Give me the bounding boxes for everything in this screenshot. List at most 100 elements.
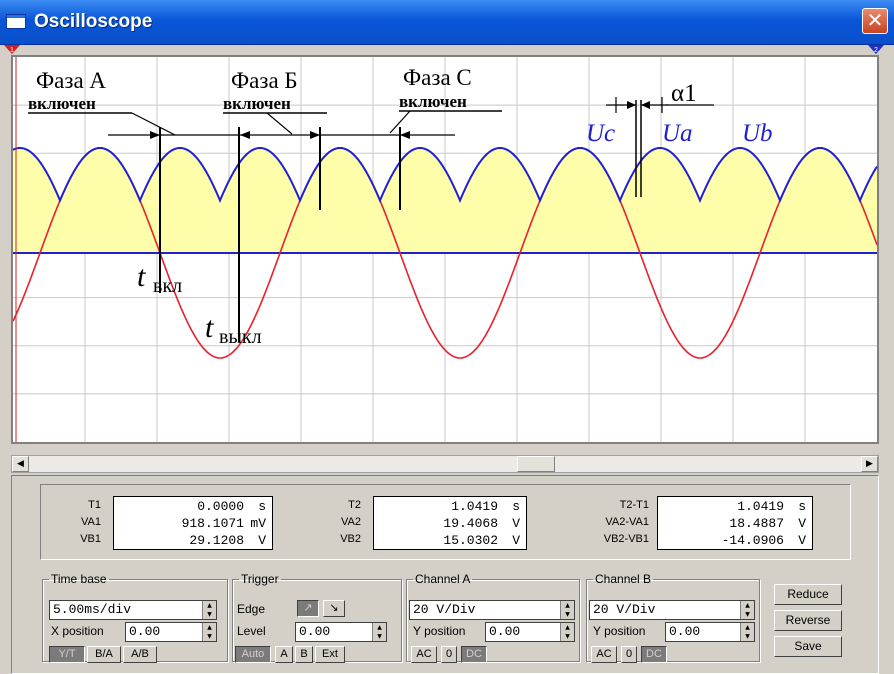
xpos-spin-icon[interactable]: ▲ ▼ bbox=[202, 623, 216, 641]
channel-a-scale-value: 20 V/Div bbox=[413, 602, 476, 617]
vb2-value: 15.0302 bbox=[443, 533, 498, 548]
t2-values: 1.0419 s 19.4068 V 15.0302 V bbox=[373, 496, 527, 550]
phase-b-label: Фаза Б bbox=[231, 68, 298, 93]
save-button[interactable]: Save bbox=[774, 636, 842, 657]
channel-a-ypos-spin-icon[interactable]: ▲ ▼ bbox=[560, 623, 574, 641]
diff-va-label: VA2-VA1 bbox=[605, 516, 649, 528]
phase-c-label: Фаза С bbox=[403, 65, 472, 90]
channel-b-ypos-label: Y position bbox=[593, 624, 646, 638]
channel-b-ypos-input[interactable]: 0.00 ▲ ▼ bbox=[665, 622, 755, 642]
channel-a-legend: Channel A bbox=[415, 572, 471, 586]
scroll-left-arrow[interactable]: ◀ bbox=[12, 456, 29, 472]
timebase-value: 5.00ms/div bbox=[53, 602, 132, 617]
ub-label: Ub bbox=[742, 120, 773, 147]
level-value: 0.00 bbox=[299, 624, 331, 639]
phase-c-on-label: включен bbox=[399, 92, 467, 111]
channel-b-ypos-value: 0.00 bbox=[669, 624, 701, 639]
xpos-value: 0.00 bbox=[129, 624, 161, 639]
phase-a-label: Фаза А bbox=[36, 68, 106, 93]
t1-unit: s bbox=[258, 499, 266, 514]
cursor-readouts: T1 VA1 VB1 0.0000 s 918.1071 mV 29.1208 V T… bbox=[40, 484, 851, 560]
trigger-a-button[interactable]: A bbox=[275, 646, 293, 663]
oscilloscope-screen: 1 2 Фаза А включен Фаза Б включен Фаза С… bbox=[0, 45, 894, 445]
edge-fall-button[interactable]: ↘ bbox=[323, 600, 345, 617]
timebase-legend: Time base bbox=[51, 572, 107, 586]
t-off-sub: выкл bbox=[219, 326, 262, 348]
alpha-label: α1 bbox=[671, 80, 697, 107]
va2-unit: V bbox=[512, 516, 520, 531]
cursor-t1-label: 1 bbox=[10, 47, 14, 54]
va1-label: VA1 bbox=[81, 516, 101, 528]
close-button[interactable]: ✕ bbox=[862, 8, 888, 34]
vb1-value: 29.1208 bbox=[189, 533, 244, 548]
trigger-auto-button[interactable]: Auto bbox=[235, 646, 271, 663]
timebase-input[interactable]: 5.00ms/div ▲ ▼ bbox=[49, 600, 217, 620]
vb2-unit: V bbox=[512, 533, 520, 548]
t1-label: T1 bbox=[88, 499, 101, 511]
channel-a-ypos-input[interactable]: 0.00 ▲ ▼ bbox=[485, 622, 575, 642]
channel-b-legend: Channel B bbox=[595, 572, 652, 586]
t1-values: 0.0000 s 918.1071 mV 29.1208 V bbox=[113, 496, 273, 550]
control-panel: T1 VA1 VB1 0.0000 s 918.1071 mV 29.1208 V T… bbox=[11, 475, 879, 674]
channel-a-ypos-label: Y position bbox=[413, 624, 466, 638]
channel-a-scale-input[interactable]: 20 V/Div ▲ ▼ bbox=[409, 600, 575, 620]
xpos-input[interactable]: 0.00 ▲ ▼ bbox=[125, 622, 217, 642]
diff-t-unit: s bbox=[798, 499, 806, 514]
channel-b-zero-button[interactable]: 0 bbox=[621, 646, 637, 663]
reverse-button[interactable]: Reverse bbox=[774, 610, 842, 631]
va1-unit: mV bbox=[250, 516, 266, 531]
window-body: 1 2 Фаза А включен Фаза Б включен Фаза С… bbox=[0, 45, 894, 674]
scroll-right-arrow[interactable]: ▶ bbox=[861, 456, 878, 472]
scroll-thumb[interactable] bbox=[517, 456, 555, 472]
uc-label: Uc bbox=[586, 120, 615, 147]
trigger-ext-button[interactable]: Ext bbox=[315, 646, 345, 663]
t2-unit: s bbox=[512, 499, 520, 514]
phase-labels: Uc Ua Ub bbox=[586, 120, 773, 147]
yt-button[interactable]: Y/T bbox=[49, 646, 85, 663]
channel-a-scale-spin-icon[interactable]: ▲ ▼ bbox=[560, 601, 574, 619]
vb1-unit: V bbox=[258, 533, 266, 548]
time-scrollbar[interactable]: ◀ ▶ bbox=[11, 455, 879, 473]
edge-label: Edge bbox=[237, 602, 266, 616]
title-bar: Oscilloscope ✕ bbox=[0, 0, 894, 45]
window-icon bbox=[6, 14, 26, 29]
channel-b-dc-button[interactable]: DC bbox=[641, 646, 667, 663]
channel-a-zero-button[interactable]: 0 bbox=[441, 646, 457, 663]
diff-t-value: 1.0419 bbox=[737, 499, 784, 514]
level-label: Level bbox=[237, 624, 266, 638]
channel-a-ypos-value: 0.00 bbox=[489, 624, 521, 639]
diff-va-value: 18.4887 bbox=[729, 516, 784, 531]
channel-a-ac-button[interactable]: AC bbox=[411, 646, 437, 663]
reduce-button[interactable]: Reduce bbox=[774, 584, 842, 605]
phase-a-on-label: включен bbox=[28, 94, 96, 113]
timebase-spin-icon[interactable]: ▲ ▼ bbox=[202, 601, 216, 619]
cursor-t2-label: 2 bbox=[874, 47, 878, 54]
trigger-group: Trigger Edge ↗ ↘ Level 0.00 ▲ ▼ Auto A B E… bbox=[232, 572, 402, 663]
channel-b-group: Channel B 20 V/Div ▲ ▼ Y position 0.00 ▲ ▼ A… bbox=[586, 572, 760, 663]
phase-b-on-label: включен bbox=[223, 94, 291, 113]
diff-vb-unit: V bbox=[798, 533, 806, 548]
channel-a-group: Channel A 20 V/Div ▲ ▼ Y position 0.00 ▲ ▼ A… bbox=[406, 572, 580, 663]
va1-value: 918.1071 bbox=[181, 516, 244, 531]
t-on-sub: вкл bbox=[153, 275, 182, 297]
ba-button[interactable]: B/A bbox=[87, 646, 121, 663]
channel-b-ypos-spin-icon[interactable]: ▲ ▼ bbox=[740, 623, 754, 641]
t-off-label: t bbox=[205, 311, 214, 344]
va2-value: 19.4068 bbox=[443, 516, 498, 531]
t2-label: T2 bbox=[348, 499, 361, 511]
channel-b-scale-spin-icon[interactable]: ▲ ▼ bbox=[740, 601, 754, 619]
diff-vb-value: -14.0906 bbox=[721, 533, 784, 548]
t2-value: 1.0419 bbox=[451, 499, 498, 514]
t-on-label: t bbox=[137, 260, 146, 293]
trigger-b-button[interactable]: B bbox=[295, 646, 313, 663]
level-input[interactable]: 0.00 ▲ ▼ bbox=[295, 622, 387, 642]
channel-b-scale-value: 20 V/Div bbox=[593, 602, 656, 617]
edge-rise-button[interactable]: ↗ bbox=[297, 600, 319, 617]
channel-a-dc-button[interactable]: DC bbox=[461, 646, 487, 663]
ab-button[interactable]: A/B bbox=[123, 646, 157, 663]
level-spin-icon[interactable]: ▲ ▼ bbox=[372, 623, 386, 641]
channel-b-ac-button[interactable]: AC bbox=[591, 646, 617, 663]
trigger-legend: Trigger bbox=[241, 572, 279, 586]
channel-b-scale-input[interactable]: 20 V/Div ▲ ▼ bbox=[589, 600, 755, 620]
xpos-label: X position bbox=[51, 624, 104, 638]
